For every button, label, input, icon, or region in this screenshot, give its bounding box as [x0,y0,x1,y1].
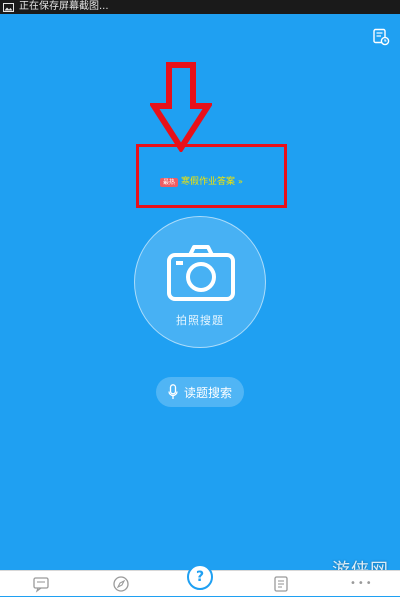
microphone-icon [168,384,178,399]
annotation-arrow [150,62,212,152]
status-text: 正在保存屏幕截图... [19,1,109,12]
history-icon[interactable] [372,28,390,46]
hot-tag: 最热 [160,177,179,187]
promo-text: 寒假作业答案 [181,177,236,187]
promo-link[interactable]: 最热 寒假作业答案 » [160,175,243,189]
compass-icon[interactable] [112,575,130,593]
image-icon [3,2,15,12]
photo-search-label: 拍照搜题 [176,314,224,327]
voice-search-button[interactable]: 读题搜索 [156,377,244,407]
voice-search-label: 读题搜索 [183,385,232,400]
question-icon[interactable]: ? [187,564,213,590]
more-icon[interactable]: ••• [350,578,374,589]
photo-search-button[interactable]: 拍照搜题 [134,216,266,348]
camera-icon [167,245,235,301]
message-icon[interactable] [32,575,50,593]
status-bar: 正在保存屏幕截图... [0,0,400,14]
chevron-right-icon: » [238,177,243,186]
list-icon[interactable] [272,575,290,593]
